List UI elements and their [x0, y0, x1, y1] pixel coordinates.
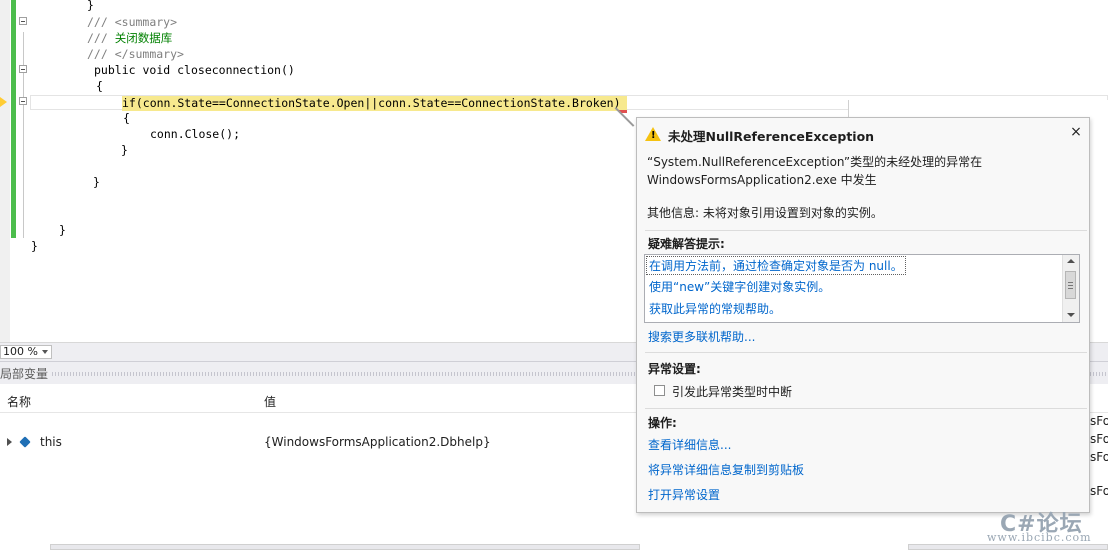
code-method-signature: public void closeconnection()	[94, 63, 295, 77]
code-brace: }	[31, 239, 38, 253]
doc-comment-tag: </summary>	[114, 47, 184, 61]
tips-scrollbar[interactable]	[1062, 255, 1079, 322]
indicator-margin	[0, 0, 10, 342]
search-more-help-link[interactable]: 搜索更多联机帮助...	[648, 328, 755, 345]
column-header-name[interactable]: 名称	[7, 392, 31, 412]
doc-comment-slashes: ///	[87, 31, 108, 45]
grip-icon	[1068, 282, 1073, 289]
code-brace: {	[96, 79, 103, 93]
locals-title: 局部变量	[0, 367, 49, 381]
tip-link[interactable]: 在调用方法前，通过检查确定对象是否为 null。	[646, 256, 906, 275]
code-brace: }	[87, 0, 94, 12]
section-divider	[645, 352, 1087, 353]
method-name: closeconnection()	[177, 63, 295, 77]
truncated-text: sFor	[1090, 450, 1108, 464]
variable-name: this	[40, 435, 62, 449]
table-row[interactable]: this {WindowsFormsApplication2.Dbhelp}	[0, 433, 640, 451]
collapse-if-toggle[interactable]	[19, 97, 27, 105]
code-summary-close: /// </summary>	[87, 47, 184, 61]
scroll-down-arrow-icon[interactable]	[1067, 313, 1075, 317]
change-tracking-bar	[11, 0, 16, 238]
exception-assistant: ! 未处理NullReferenceException × “System.Nu…	[636, 117, 1090, 513]
column-header-value[interactable]: 值	[264, 392, 276, 412]
exception-message-line: “System.NullReferenceException”类型的未经处理的异…	[647, 155, 983, 169]
troubleshooting-tips-list[interactable]: 在调用方法前，通过检查确定对象是否为 null。 使用“new”关键字创建对象实…	[644, 254, 1080, 323]
exception-message-line: WindowsFormsApplication2.exe 中发生	[647, 173, 877, 187]
tip-link[interactable]: 获取此异常的常规帮助。	[649, 300, 781, 317]
code-brace: }	[93, 175, 100, 189]
collapse-summary-toggle[interactable]	[19, 17, 27, 25]
tips-header: 疑难解答提示:	[648, 237, 725, 251]
code-summary-text: /// 关闭数据库	[87, 31, 172, 45]
doc-comment-slashes: ///	[87, 47, 108, 61]
code-summary-open: /// <summary>	[87, 15, 177, 29]
open-exception-settings-link[interactable]: 打开异常设置	[648, 486, 720, 503]
doc-comment-slashes: ///	[87, 15, 108, 29]
variable-value: {WindowsFormsApplication2.Dbhelp}	[264, 435, 491, 449]
scroll-up-arrow-icon[interactable]	[1067, 259, 1075, 263]
settings-header: 异常设置:	[648, 362, 701, 376]
break-on-exception-label[interactable]: 引发此异常类型时中断	[672, 383, 792, 400]
execution-pointer-icon	[0, 97, 7, 107]
keyword-void: void	[142, 63, 171, 77]
collapse-method-toggle[interactable]	[19, 65, 27, 73]
keyword-public: public	[94, 63, 136, 77]
additional-info: 其他信息: 未将对象引用设置到对象的实例。	[647, 206, 883, 220]
exception-message: “System.NullReferenceException”类型的未经处理的异…	[647, 153, 1077, 189]
break-on-exception-checkbox[interactable]	[654, 385, 665, 396]
chevron-down-icon[interactable]	[42, 350, 48, 354]
object-icon	[19, 436, 31, 448]
actions-header: 操作:	[648, 416, 677, 430]
code-brace: }	[59, 223, 66, 237]
doc-comment-text: 关闭数据库	[114, 31, 173, 45]
close-icon[interactable]: ×	[1069, 125, 1083, 139]
view-details-link[interactable]: 查看详细信息...	[648, 436, 731, 453]
truncated-text: sFor	[1090, 432, 1108, 446]
zoom-dropdown[interactable]: 100 %	[0, 345, 52, 359]
watermark-url: www.ibcibc.com	[987, 531, 1092, 544]
exception-title: 未处理NullReferenceException	[668, 129, 875, 144]
zoom-value: 100 %	[3, 345, 38, 358]
horizontal-scrollbar[interactable]	[908, 544, 1108, 550]
truncated-text: sFor	[1090, 484, 1108, 498]
code-brace: {	[123, 111, 130, 125]
doc-comment-tag: <summary>	[114, 15, 178, 29]
outline-guide	[23, 32, 24, 238]
scroll-thumb[interactable]	[1065, 271, 1076, 299]
expand-arrow-icon[interactable]	[7, 438, 12, 446]
copy-details-link[interactable]: 将异常详细信息复制到剪贴板	[648, 461, 804, 478]
section-divider	[645, 230, 1087, 231]
horizontal-scrollbar[interactable]	[50, 544, 640, 550]
code-brace: }	[121, 143, 128, 157]
truncated-text: sFor	[1090, 414, 1108, 428]
section-divider	[645, 408, 1087, 409]
code-close-call: conn.Close();	[150, 127, 241, 141]
warning-icon-mark: !	[651, 130, 656, 141]
tip-link[interactable]: 使用“new”关键字创建对象实例。	[649, 278, 830, 295]
code-if-statement: if(conn.State==ConnectionState.Open||con…	[122, 96, 621, 110]
